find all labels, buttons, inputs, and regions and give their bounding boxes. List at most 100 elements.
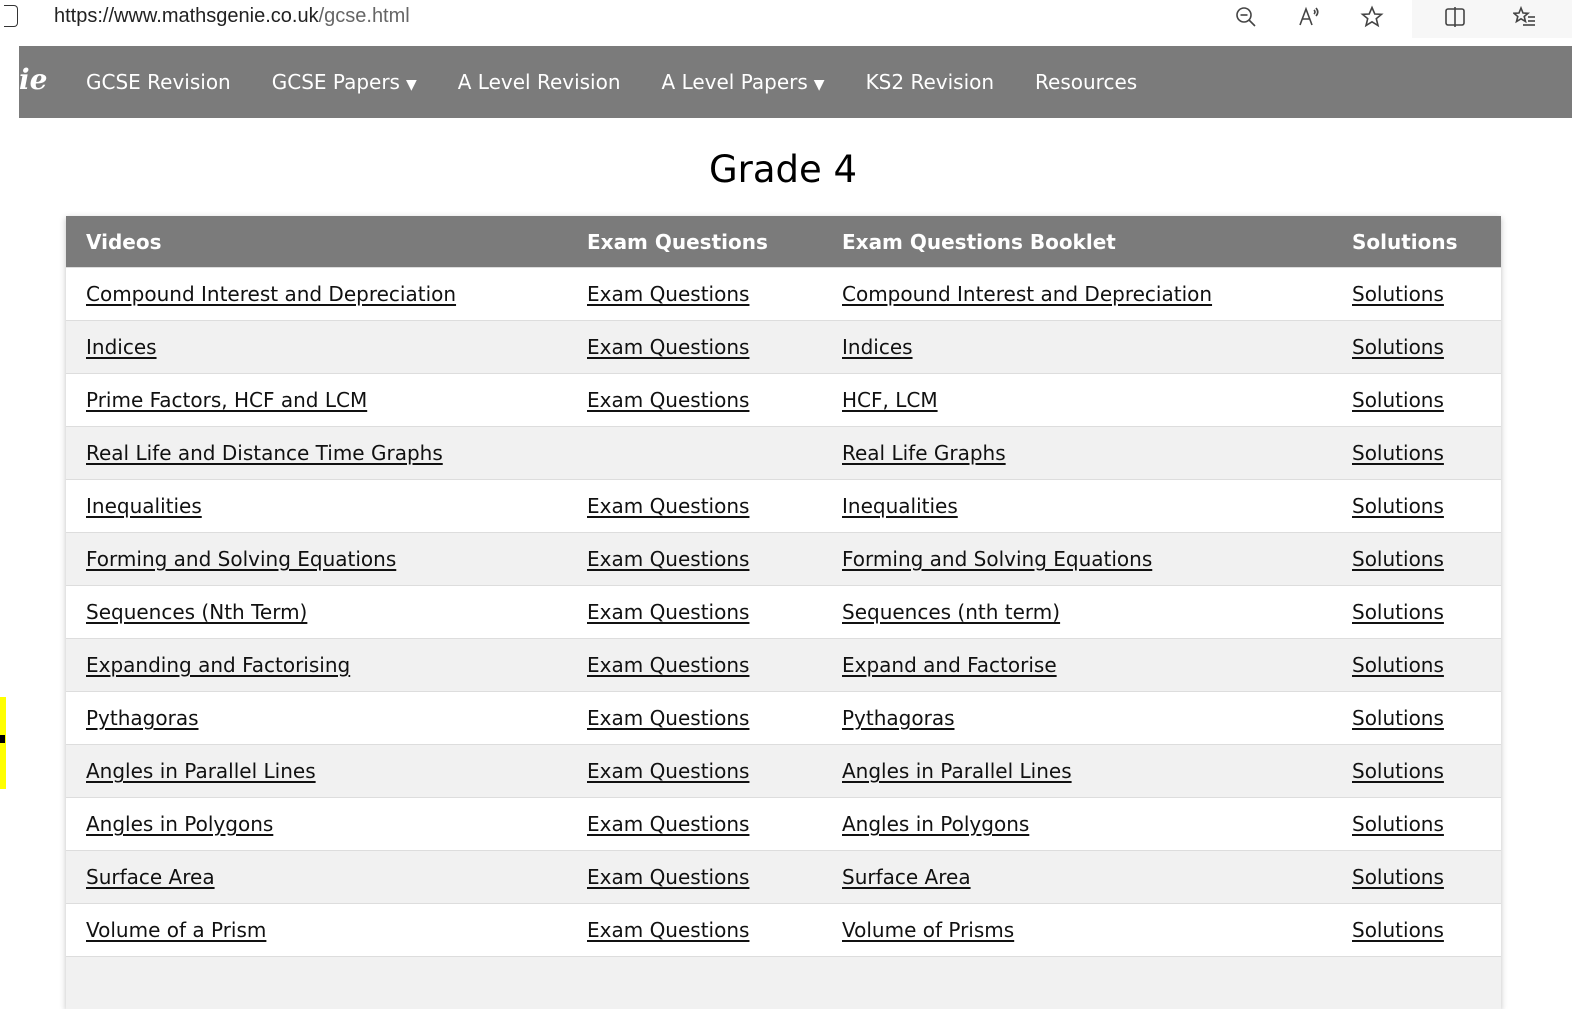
solutions-link[interactable]: Solutions bbox=[1352, 759, 1444, 783]
url-field[interactable]: https://www.mathsgenie.co.uk/gcse.html bbox=[54, 5, 410, 28]
browser-address-bar: https://www.mathsgenie.co.uk/gcse.html bbox=[0, 0, 1572, 34]
nav-item-label: Resources bbox=[1035, 70, 1137, 94]
favorite-star-icon[interactable] bbox=[1357, 2, 1387, 32]
solutions-link[interactable]: Solutions bbox=[1352, 600, 1444, 624]
video-link[interactable]: Prime Factors, HCF and LCM bbox=[86, 388, 367, 412]
booklet-link[interactable]: Compound Interest and Depreciation bbox=[842, 282, 1212, 306]
video-link[interactable]: Surface Area bbox=[86, 865, 215, 889]
table-cell: Solutions bbox=[1332, 586, 1501, 639]
table-cell: Exam Questions bbox=[567, 692, 822, 745]
table-cell: Expand and Factorise bbox=[822, 639, 1332, 692]
table-row: Real Life and Distance Time Graphs Real L… bbox=[66, 427, 1501, 480]
booklet-link[interactable]: Volume of Prisms bbox=[842, 918, 1014, 942]
solutions-link[interactable]: Solutions bbox=[1352, 335, 1444, 359]
video-link[interactable]: Expanding and Factorising bbox=[86, 653, 350, 677]
video-link[interactable]: Pythagoras bbox=[86, 706, 199, 730]
solutions-link[interactable]: Solutions bbox=[1352, 706, 1444, 730]
booklet-link[interactable]: Pythagoras bbox=[842, 706, 955, 730]
nav-item-gcse-papers[interactable]: GCSE Papers▼ bbox=[272, 70, 417, 94]
solutions-link[interactable]: Solutions bbox=[1352, 918, 1444, 942]
table-cell: Compound Interest and Depreciation bbox=[66, 268, 567, 321]
booklet-link[interactable]: Sequences (nth term) bbox=[842, 600, 1060, 624]
booklet-link[interactable]: Inequalities bbox=[842, 494, 958, 518]
booklet-link[interactable]: Angles in Polygons bbox=[842, 812, 1029, 836]
table-cell bbox=[567, 427, 822, 480]
table-row: Volume of a Prism Exam Questions Volume of… bbox=[66, 904, 1501, 957]
video-link[interactable]: Real Life and Distance Time Graphs bbox=[86, 441, 443, 465]
exam-questions-link[interactable]: Exam Questions bbox=[587, 600, 749, 624]
url-host: https://www.mathsgenie.co.uk bbox=[54, 5, 319, 27]
exam-questions-link[interactable]: Exam Questions bbox=[587, 706, 749, 730]
site-logo[interactable]: ie bbox=[19, 64, 47, 96]
exam-questions-link[interactable]: Exam Questions bbox=[587, 865, 749, 889]
exam-questions-link[interactable]: Exam Questions bbox=[587, 918, 749, 942]
nav-item-resources[interactable]: Resources bbox=[1035, 70, 1137, 94]
video-link[interactable]: Sequences (Nth Term) bbox=[86, 600, 307, 624]
table-cell: Compound Interest and Depreciation bbox=[822, 268, 1332, 321]
booklet-link[interactable]: Expand and Factorise bbox=[842, 653, 1057, 677]
video-link[interactable]: Forming and Solving Equations bbox=[86, 547, 396, 571]
exam-questions-link[interactable]: Exam Questions bbox=[587, 388, 749, 412]
exam-questions-link[interactable]: Exam Questions bbox=[587, 494, 749, 518]
booklet-link[interactable]: HCF, LCM bbox=[842, 388, 938, 412]
split-screen-icon[interactable] bbox=[1440, 2, 1470, 32]
exam-questions-link[interactable]: Exam Questions bbox=[587, 653, 749, 677]
exam-questions-link[interactable]: Exam Questions bbox=[587, 282, 749, 306]
table-cell: Angles in Polygons bbox=[822, 798, 1332, 851]
solutions-link[interactable]: Solutions bbox=[1352, 865, 1444, 889]
nav-item-gcse-revision[interactable]: GCSE Revision bbox=[86, 70, 231, 94]
read-aloud-icon[interactable] bbox=[1294, 2, 1324, 32]
table-cell: Volume of Prisms bbox=[822, 904, 1332, 957]
nav-item-a-level-revision[interactable]: A Level Revision bbox=[458, 70, 621, 94]
exam-questions-link[interactable]: Exam Questions bbox=[587, 812, 749, 836]
table-cell: Surface Area bbox=[822, 851, 1332, 904]
table-cell: Exam Questions bbox=[567, 374, 822, 427]
booklet-link[interactable]: Real Life Graphs bbox=[842, 441, 1006, 465]
solutions-link[interactable]: Solutions bbox=[1352, 653, 1444, 677]
table-cell: Pythagoras bbox=[66, 692, 567, 745]
booklet-link[interactable]: Angles in Parallel Lines bbox=[842, 759, 1072, 783]
tab-actions-icon[interactable] bbox=[4, 5, 18, 27]
table-cell: Solutions bbox=[1332, 692, 1501, 745]
solutions-link[interactable]: Solutions bbox=[1352, 547, 1444, 571]
solutions-link[interactable]: Solutions bbox=[1352, 282, 1444, 306]
nav-menu: GCSE Revision GCSE Papers▼ A Level Revisio… bbox=[86, 46, 1178, 118]
booklet-link[interactable]: Forming and Solving Equations bbox=[842, 547, 1152, 571]
video-link[interactable]: Indices bbox=[86, 335, 157, 359]
video-link[interactable]: Compound Interest and Depreciation bbox=[86, 282, 456, 306]
video-link[interactable]: Angles in Polygons bbox=[86, 812, 273, 836]
solutions-link[interactable]: Solutions bbox=[1352, 494, 1444, 518]
table-row: Angles in Parallel Lines Exam Questions An… bbox=[66, 745, 1501, 798]
table-row: Compound Interest and Depreciation Exam Q… bbox=[66, 268, 1501, 321]
table-cell: Solutions bbox=[1332, 639, 1501, 692]
table-cell: Real Life Graphs bbox=[822, 427, 1332, 480]
caret-down-icon: ▼ bbox=[406, 77, 417, 93]
exam-questions-link[interactable]: Exam Questions bbox=[587, 335, 749, 359]
video-link[interactable]: Inequalities bbox=[86, 494, 202, 518]
table-row: Inequalities Exam Questions Inequalities So… bbox=[66, 480, 1501, 533]
zoom-out-icon[interactable] bbox=[1231, 2, 1261, 32]
table-cell: Solutions bbox=[1332, 904, 1501, 957]
nav-item-a-level-papers[interactable]: A Level Papers▼ bbox=[662, 70, 825, 94]
exam-questions-link[interactable]: Exam Questions bbox=[587, 547, 749, 571]
table-cell: Indices bbox=[822, 321, 1332, 374]
nav-item-ks2-revision[interactable]: KS2 Revision bbox=[866, 70, 994, 94]
table-cell: Expanding and Factorising bbox=[66, 639, 567, 692]
page-title: Grade 4 bbox=[0, 148, 1566, 191]
solutions-link[interactable]: Solutions bbox=[1352, 812, 1444, 836]
table-row: Surface Area Exam Questions Surface Area So… bbox=[66, 851, 1501, 904]
table-cell: Solutions bbox=[1332, 480, 1501, 533]
solutions-link[interactable]: Solutions bbox=[1352, 388, 1444, 412]
video-link[interactable]: Angles in Parallel Lines bbox=[86, 759, 316, 783]
booklet-link[interactable]: Surface Area bbox=[842, 865, 971, 889]
video-link[interactable]: Volume of a Prism bbox=[86, 918, 266, 942]
table-cell: Sequences (Nth Term) bbox=[66, 586, 567, 639]
header-exam-questions-booklet: Exam Questions Booklet bbox=[822, 216, 1332, 268]
table-cell: Real Life and Distance Time Graphs bbox=[66, 427, 567, 480]
edge-highlight-marker bbox=[0, 697, 6, 789]
exam-questions-link[interactable]: Exam Questions bbox=[587, 759, 749, 783]
booklet-link[interactable]: Indices bbox=[842, 335, 913, 359]
table-row: Indices Exam Questions Indices Solutions bbox=[66, 321, 1501, 374]
solutions-link[interactable]: Solutions bbox=[1352, 441, 1444, 465]
favorites-list-icon[interactable] bbox=[1510, 2, 1540, 32]
